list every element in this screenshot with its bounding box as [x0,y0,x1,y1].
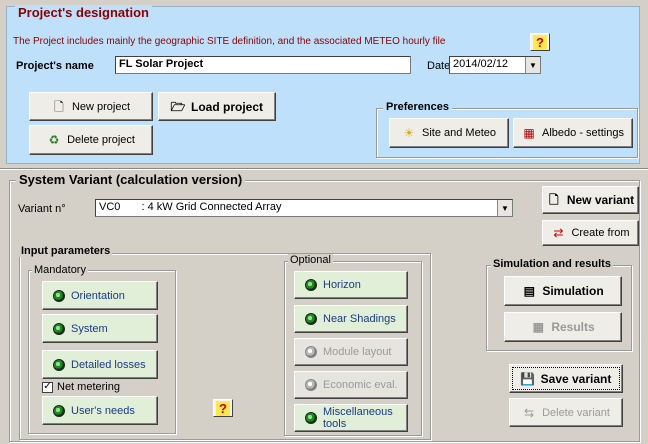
create-from-button[interactable]: ⇄ Create from [542,220,639,246]
calculator-icon: ▤ [523,284,535,298]
arrows-icon: ⇄ [553,226,564,240]
create-from-label: Create from [571,227,630,239]
save-variant-label: Save variant [540,371,612,386]
date-value: 2014/02/12 [453,58,509,70]
chevron-down-icon[interactable]: ▼ [525,57,540,73]
status-led-icon [53,322,65,335]
results-label: Results [551,320,595,334]
new-variant-label: New variant [566,193,635,207]
variant-code: VC0 [99,201,121,213]
detailed-losses-button[interactable]: Detailed losses [42,350,158,379]
trash-icon: ♻ [48,133,60,147]
new-project-label: New project [71,100,131,113]
users-needs-button[interactable]: User's needs [42,396,158,425]
site-meteo-label: Site and Meteo [422,127,496,139]
variant-select[interactable]: VC0 : 4 kW Grid Connected Array ▼ [95,199,513,217]
mandatory-label: Mandatory [32,264,88,276]
misc-tools-button[interactable]: Miscellaneous tools [294,404,408,432]
delete-project-label: Delete project [67,134,135,146]
status-led-icon [53,404,65,417]
delete-variant-button[interactable]: ⇆ Delete variant [509,398,623,427]
net-metering-checkbox[interactable]: ✓ Net metering [42,381,120,393]
near-shadings-button[interactable]: Near Shadings [294,305,408,333]
new-file-icon: 🗋 [54,99,64,114]
orientation-label: Orientation [71,289,125,302]
site-meteo-button[interactable]: ☀ Site and Meteo [389,118,509,148]
new-file-icon: 🗋 [548,193,559,207]
variant-name: : 4 kW Grid Connected Array [141,201,282,213]
simulation-button[interactable]: ▤ Simulation [504,276,622,306]
load-project-label: Load project [190,99,263,114]
orientation-button[interactable]: Orientation [42,281,158,310]
horizon-label: Horizon [323,279,361,291]
status-led-icon [305,313,317,325]
detailed-losses-label: Detailed losses [71,358,146,371]
system-button[interactable]: System [42,314,158,343]
checkbox-icon[interactable]: ✓ [42,381,53,393]
economic-eval-label: Economic eval. [323,379,398,391]
project-panel: Project's designation The Project includ… [6,5,640,164]
project-name-input[interactable]: FL Solar Project [115,56,411,74]
new-project-button[interactable]: 🗋 New project [29,92,153,121]
project-frame-title: Project's designation [15,5,152,20]
folder-icon: 🗁 [170,99,186,114]
separator [0,168,648,170]
status-led-icon [305,379,317,391]
delete-icon: ⇆ [524,405,535,420]
results-chart-icon: ▦ [532,320,544,334]
load-project-button[interactable]: 🗁 Load project [158,92,276,121]
date-label: Date [427,60,451,72]
simulation-title: Simulation and results [491,258,613,270]
status-led-icon [53,358,65,371]
variant-label: Variant n° [18,203,66,215]
system-label: System [71,322,108,335]
simulation-label: Simulation [542,284,604,298]
near-shadings-label: Near Shadings [323,313,396,325]
albedo-label: Albedo - settings [542,127,624,139]
delete-variant-label: Delete variant [542,406,610,419]
preferences-label: Preferences [383,101,452,113]
sun-icon: ☀ [403,126,415,140]
optional-label: Optional [288,254,333,266]
save-variant-button[interactable]: 💾 Save variant [509,364,623,393]
new-variant-button[interactable]: 🗋 New variant [542,186,639,214]
results-button[interactable]: ▦ Results [504,312,622,342]
input-parameters-title: Input parameters [19,245,113,257]
project-help-button[interactable]: ? [530,33,550,51]
status-led-icon [53,289,65,302]
albedo-settings-button[interactable]: ▦ Albedo - settings [513,118,633,148]
users-needs-label: User's needs [71,404,135,417]
project-name-label: Project's name [16,60,94,72]
status-led-icon [305,346,317,358]
misc-tools-label: Miscellaneous tools [323,406,393,430]
delete-project-button[interactable]: ♻ Delete project [29,125,153,155]
save-icon: 💾 [520,371,536,386]
status-led-icon [305,279,317,291]
project-description: The Project includes mainly the geograph… [13,36,446,47]
horizon-button[interactable]: Horizon [294,271,408,299]
module-layout-button[interactable]: Module layout [294,338,408,366]
chart-icon: ▦ [523,126,535,140]
date-select[interactable]: 2014/02/12 ▼ [449,56,541,74]
net-metering-label: Net metering [57,381,120,393]
variant-frame-title: System Variant (calculation version) [16,172,246,187]
chevron-down-icon[interactable]: ▼ [497,200,512,216]
status-led-icon [305,412,317,424]
input-help-button[interactable]: ? [213,399,233,417]
module-layout-label: Module layout [323,346,392,358]
economic-eval-button[interactable]: Economic eval. [294,371,408,399]
